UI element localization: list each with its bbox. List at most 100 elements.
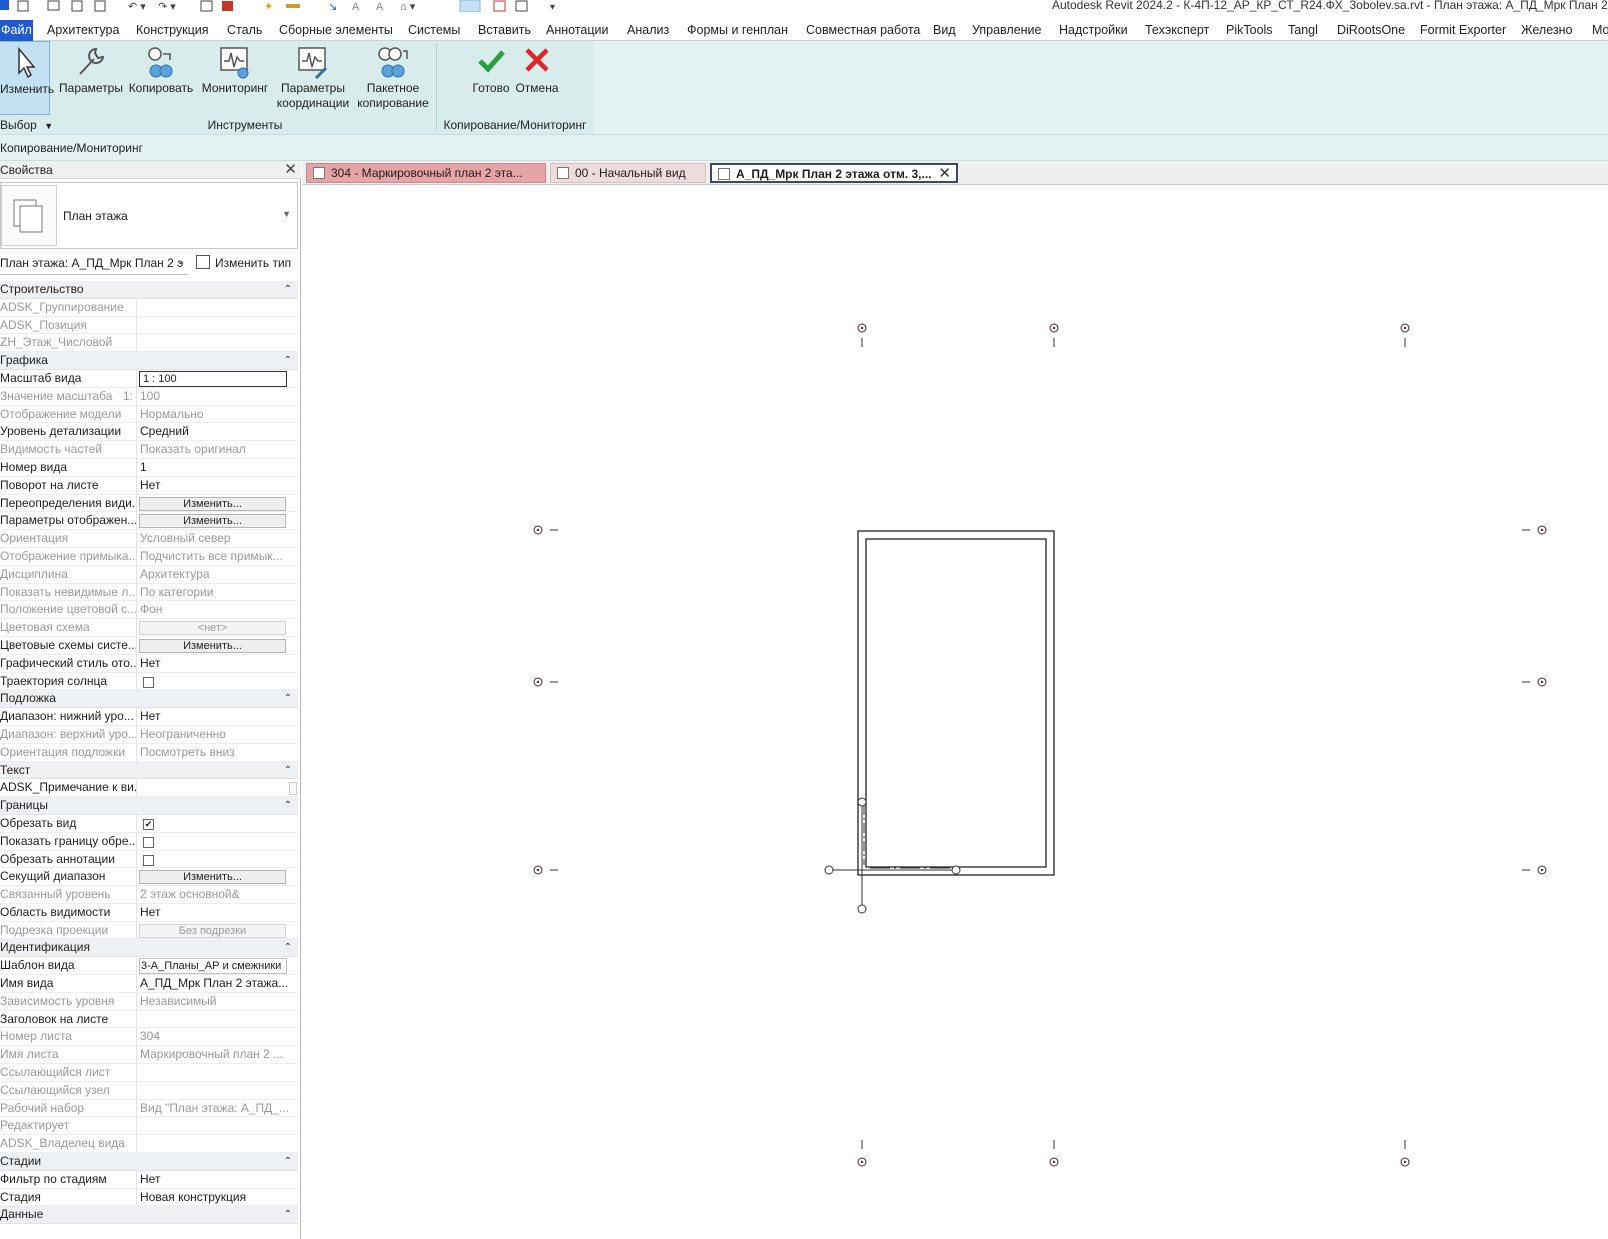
property-row: Обрезать вид ✔ — [0, 814, 298, 833]
menu-manage[interactable]: Управление — [972, 22, 1042, 39]
property-value[interactable]: Новая конструкция — [140, 1189, 288, 1207]
svg-text:A: A — [376, 1, 384, 12]
svg-text:⌂ ▾: ⌂ ▾ — [400, 1, 416, 12]
property-group-header[interactable]: Идентификация ⌃ — [0, 939, 298, 958]
property-group-header[interactable]: Данные ⌃ — [0, 1206, 298, 1225]
property-group-header[interactable]: Подложка ⌃ — [0, 690, 298, 709]
menu-analyze[interactable]: Анализ — [627, 22, 669, 39]
property-row: Связанный уровень 2 этаж основной& — [0, 886, 298, 904]
instance-filter-select[interactable]: План этажа: А_ПД_Мрк План 2 э — [0, 253, 188, 275]
property-checkbox[interactable]: ✔ — [143, 818, 154, 830]
menu-view[interactable]: Вид — [933, 22, 956, 39]
menu-piktools[interactable]: PikTools — [1226, 22, 1273, 39]
close-icon[interactable]: ✕ — [938, 165, 951, 181]
property-label: Траектория солнца — [0, 672, 137, 691]
panel-select-dropdown[interactable]: Выбор ▼ — [0, 116, 56, 134]
room-outline[interactable] — [857, 530, 1055, 876]
finish-button[interactable]: Готово — [465, 41, 517, 115]
property-checkbox[interactable] — [143, 836, 154, 848]
menu-addins[interactable]: Надстройки — [1059, 22, 1128, 39]
edit-type-button[interactable]: Изменить тип — [196, 253, 291, 275]
property-value[interactable]: Нет — [140, 904, 288, 922]
floor-plan-drawing[interactable] — [302, 185, 1608, 1239]
collapse-chevron-icon[interactable]: ⌃ — [284, 762, 292, 779]
property-group-header[interactable]: Текст ⌃ — [0, 761, 298, 780]
coordination-settings-button[interactable]: Параметры координации — [274, 41, 352, 115]
property-edit-button[interactable]: Изменить... — [139, 870, 286, 885]
property-row: Траектория солнца — [0, 672, 298, 691]
property-value[interactable]: Нет — [140, 655, 288, 673]
property-value: Показать оригинал — [140, 442, 246, 457]
menu-annotate[interactable]: Аннотации — [546, 22, 608, 39]
type-selector[interactable]: План этажа ▼ — [0, 182, 298, 249]
property-value: Архитектура — [140, 566, 210, 581]
panel-tools-label: Инструменты — [207, 118, 283, 132]
collapse-chevron-icon[interactable]: ⌃ — [284, 690, 292, 707]
collapse-chevron-icon[interactable]: ⌃ — [284, 352, 292, 369]
tab-active-floor-plan[interactable]: А_ПД_Мрк План 2 этажа отм. 3,... ✕ — [710, 163, 958, 183]
property-checkbox[interactable] — [143, 854, 154, 866]
tab-sheet-304[interactable]: 304 - Маркировочный план 2 эта... — [306, 163, 546, 183]
property-value[interactable]: 1 — [140, 459, 288, 477]
type-name: План этажа — [63, 209, 128, 223]
property-label: Обрезать аннотации — [0, 850, 137, 869]
parameters-button[interactable]: Параметры — [58, 41, 124, 115]
collapse-chevron-icon[interactable]: ⌃ — [284, 797, 292, 814]
property-value: Нормально — [140, 406, 204, 421]
text-edit-button[interactable] — [289, 782, 297, 796]
menu-insert[interactable]: Вставить — [478, 22, 531, 39]
property-edit-button[interactable]: Изменить... — [139, 514, 286, 529]
menu-file[interactable]: Файл — [0, 20, 33, 41]
view-template-button[interactable]: 3-А_Планы_АР и смежники — [139, 958, 287, 975]
property-label: Графический стиль ото... — [0, 654, 137, 673]
menu-techexpert[interactable]: Техэксперт — [1145, 22, 1209, 39]
quick-access-icons[interactable]: ↶ ▾ ↷ ▾ ✦ ↘ A A ⌂ ▾ ▾ — [0, 0, 580, 12]
batch-copy-button[interactable]: Пакетное копирование — [354, 41, 432, 115]
property-value[interactable]: Средний — [140, 423, 288, 441]
property-checkbox[interactable] — [143, 676, 154, 688]
property-edit-button[interactable]: Изменить... — [139, 638, 286, 653]
menu-formit-exporter[interactable]: Formit Exporter — [1420, 22, 1506, 39]
collapse-chevron-icon[interactable]: ⌃ — [284, 1153, 292, 1170]
drawing-canvas[interactable] — [302, 185, 1608, 1239]
tab-start-view[interactable]: 00 - Начальный вид — [550, 163, 706, 183]
property-value[interactable]: Нет — [140, 1171, 288, 1189]
property-value[interactable]: Нет — [140, 708, 288, 726]
property-group-header[interactable]: Стадии ⌃ — [0, 1153, 298, 1171]
menu-collaborate[interactable]: Совместная работа — [806, 22, 920, 39]
menu-massing-site[interactable]: Формы и генплан — [687, 22, 788, 39]
property-label: Диапазон: верхний уро... — [0, 725, 137, 744]
property-group-header[interactable]: Строительство ⌃ — [0, 281, 298, 299]
property-value[interactable]: Нет — [140, 477, 288, 495]
menu-tangl[interactable]: Tangl — [1288, 22, 1318, 39]
property-edit-button: <нет> — [139, 621, 286, 636]
collapse-chevron-icon[interactable]: ⌃ — [284, 939, 292, 956]
menu-more[interactable]: Мо — [1592, 22, 1608, 39]
property-row: Диапазон: нижний уро... Нет — [0, 708, 298, 726]
menu-architecture[interactable]: Архитектура — [47, 22, 119, 39]
view-scale-input[interactable]: 1 : 100 — [139, 370, 287, 387]
collapse-chevron-icon[interactable]: ⌃ — [284, 281, 292, 298]
property-value[interactable]: А_ПД_Мрк План 2 этажа... — [140, 975, 288, 993]
monitor-button[interactable]: Мониторинг — [199, 41, 271, 115]
menu-zhelezno[interactable]: Железно — [1521, 22, 1572, 39]
property-row: ADSK_Группирование — [0, 298, 298, 317]
collapse-chevron-icon[interactable]: ⌃ — [284, 1206, 292, 1223]
menu-precast[interactable]: Сборные элементы — [279, 22, 393, 39]
cancel-button[interactable]: Отмена — [511, 41, 563, 115]
copy-button[interactable]: Копировать — [127, 41, 195, 115]
menu-steel[interactable]: Сталь — [227, 22, 262, 39]
property-value[interactable] — [140, 1011, 288, 1029]
close-icon[interactable]: ✕ — [284, 161, 297, 178]
property-group-header[interactable]: Графика ⌃ — [0, 352, 298, 370]
menu-systems[interactable]: Системы — [408, 22, 460, 39]
property-group-header[interactable]: Границы ⌃ — [0, 797, 298, 815]
svg-text:✦: ✦ — [264, 1, 273, 12]
reference-marker[interactable] — [824, 797, 961, 914]
property-row: Масштаб вида 1 : 100 — [0, 369, 298, 388]
modify-button[interactable]: Изменить — [0, 41, 54, 115]
menu-structure[interactable]: Конструкция — [136, 22, 209, 39]
property-edit-button[interactable]: Изменить... — [139, 496, 286, 511]
property-label: Секущий диапазон — [0, 868, 137, 887]
menu-dirootsone[interactable]: DiRootsOne — [1337, 22, 1405, 39]
